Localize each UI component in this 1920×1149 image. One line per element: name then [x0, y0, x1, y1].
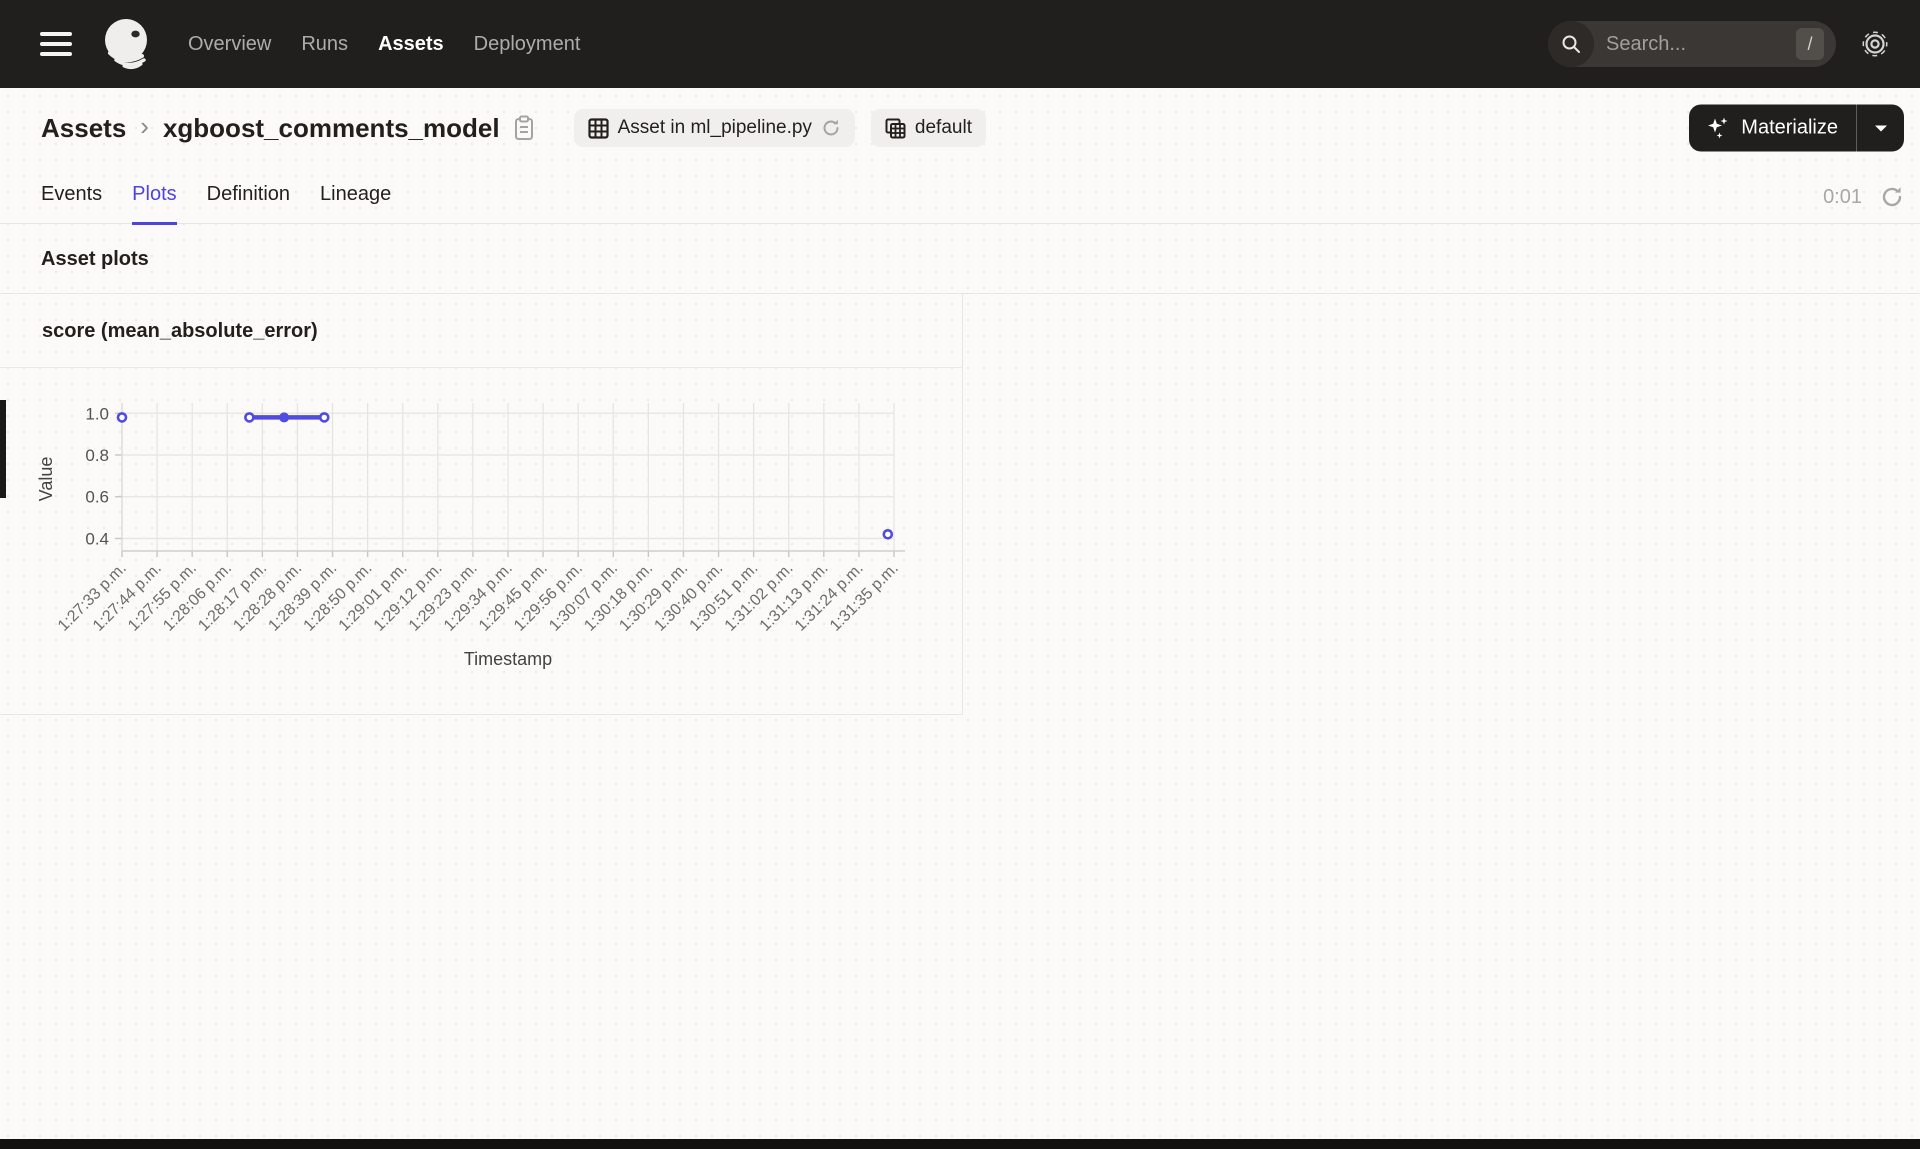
y-tick-label: 1.0	[85, 404, 109, 423]
plot-title: score (mean_absolute_error)	[42, 320, 318, 342]
tab-lineage[interactable]: Lineage	[320, 183, 391, 225]
search-input[interactable]: Search... /	[1548, 21, 1836, 67]
screen-artifact-left	[0, 400, 6, 498]
section-title: Asset plots	[41, 248, 149, 270]
asset-tabs: Events Plots Definition Lineage 0:01	[0, 168, 1920, 225]
x-axis-title: Timestamp	[464, 649, 552, 669]
chevron-down-icon	[1874, 125, 1887, 131]
y-tick-label: 0.8	[85, 446, 109, 465]
data-point[interactable]	[318, 412, 330, 423]
top-navbar: Overview Runs Assets Deployment Search..…	[0, 0, 1920, 88]
y-tick-label: 0.6	[85, 488, 109, 507]
refresh-countdown: 0:01	[1823, 185, 1862, 208]
materialize-label: Materialize	[1741, 116, 1838, 139]
sparkles-icon	[1708, 117, 1728, 138]
tab-events[interactable]: Events	[41, 183, 102, 225]
nav-deployment[interactable]: Deployment	[474, 33, 581, 56]
nav-runs[interactable]: Runs	[301, 33, 348, 56]
y-tick-label: 0.4	[85, 529, 109, 548]
table-icon	[587, 117, 609, 139]
dagster-logo-icon[interactable]	[98, 15, 156, 73]
plot-card: score (mean_absolute_error) 1.0 0.8 0.6 0.4…	[0, 294, 963, 715]
copy-asset-name-icon[interactable]	[512, 114, 536, 142]
group-label: default	[914, 117, 972, 138]
data-point[interactable]	[279, 412, 290, 423]
code-location-label: Asset in ml_pipeline.py	[617, 117, 812, 138]
asset-page: Assets › xgboost_comments_model Asset in…	[0, 88, 1920, 1139]
data-point[interactable]	[244, 412, 255, 423]
data-point[interactable]	[116, 412, 128, 423]
code-location-chip[interactable]: Asset in ml_pipeline.py	[573, 109, 855, 147]
nav-assets[interactable]: Assets	[378, 33, 444, 56]
window-bottom-edge	[0, 1139, 1920, 1149]
materialize-dropdown-button[interactable]	[1856, 104, 1904, 152]
plot-title-divider	[0, 367, 962, 368]
search-shortcut-badge: /	[1796, 28, 1824, 60]
tab-definition[interactable]: Definition	[207, 183, 290, 225]
menu-icon[interactable]	[40, 32, 72, 56]
breadcrumb-separator-icon: ›	[140, 110, 149, 141]
y-axis-title: Value	[36, 457, 56, 502]
page-title: xgboost_comments_model	[162, 112, 500, 143]
score-line-chart: 1.00.80.60.41:27:33 p.m.1:27:44 p.m.1:27…	[36, 403, 905, 669]
group-chip[interactable]: default	[870, 109, 986, 147]
breadcrumb-assets-link[interactable]: Assets	[41, 113, 126, 144]
primary-nav: Overview Runs Assets Deployment	[188, 33, 580, 56]
asset-group-icon	[885, 118, 906, 138]
breadcrumb: Assets › xgboost_comments_model	[41, 110, 536, 144]
search-placeholder: Search...	[1606, 32, 1687, 55]
refresh-icon[interactable]	[1880, 185, 1904, 209]
tab-plots[interactable]: Plots	[132, 183, 177, 225]
data-point[interactable]	[882, 529, 894, 540]
materialize-button[interactable]: Materialize	[1689, 105, 1856, 152]
settings-gear-icon[interactable]	[1860, 29, 1890, 59]
search-icon	[1548, 21, 1594, 67]
nav-overview[interactable]: Overview	[188, 33, 271, 56]
asset-header: Assets › xgboost_comments_model Asset in…	[0, 88, 1920, 168]
reload-location-icon[interactable]	[821, 118, 841, 138]
